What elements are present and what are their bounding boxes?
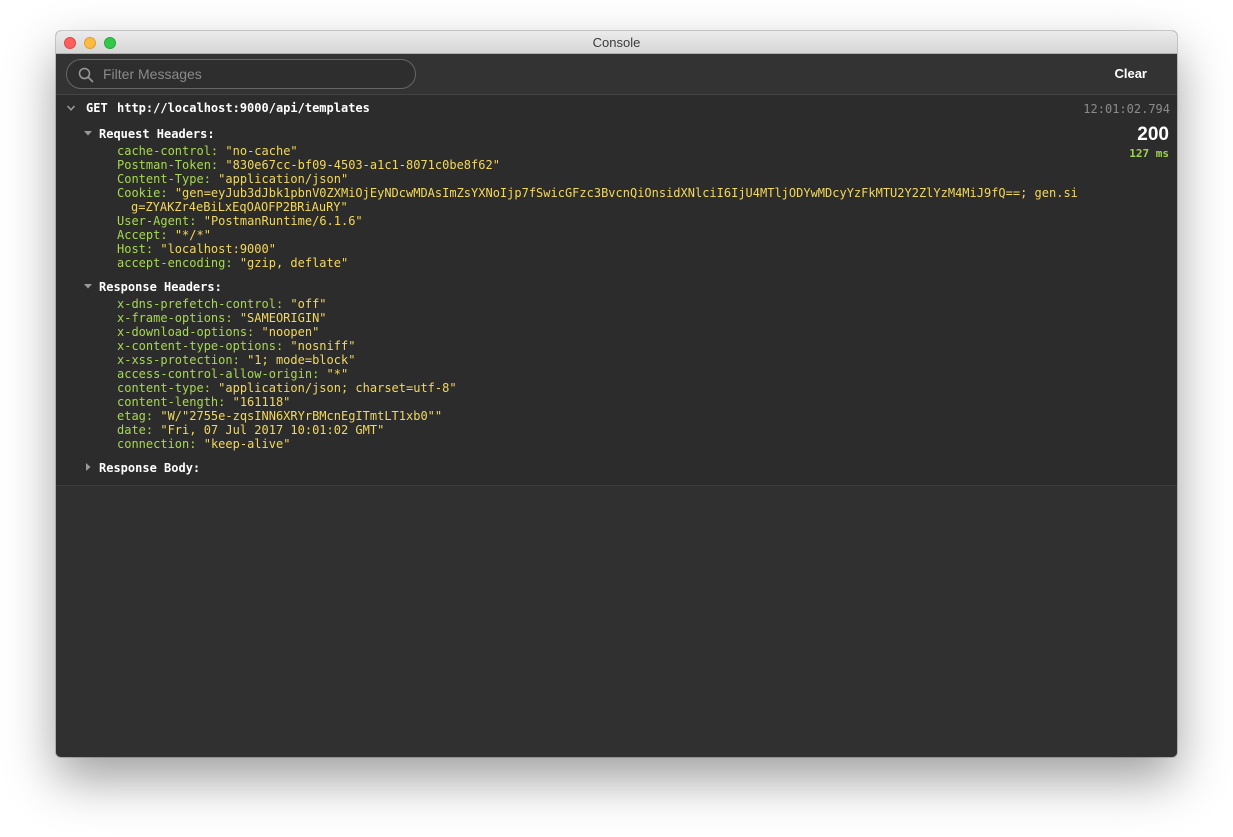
- header-row: Postman-Token: "830e67cc-bf09-4503-a1c1-…: [117, 158, 500, 172]
- request-timestamp: 12:01:02.794: [1083, 102, 1170, 116]
- header-row: connection: "keep-alive": [117, 437, 290, 451]
- triangle-down-icon[interactable]: [84, 282, 92, 290]
- console-window: Console Clear GET http://localhost:9000/…: [56, 31, 1177, 757]
- header-row: etag: "W/"2755e-zqsINN6XRYrBMcnEgITmtLT1…: [117, 409, 442, 423]
- header-key: x-xss-protection:: [117, 353, 240, 367]
- header-key: Host:: [117, 242, 154, 256]
- header-key: access-control-allow-origin:: [117, 367, 320, 381]
- header-value: "off": [290, 297, 327, 311]
- header-value: "*": [326, 367, 349, 381]
- header-value: "SAMEORIGIN": [239, 311, 327, 325]
- response-duration: 127 ms: [1129, 147, 1169, 160]
- header-value: g=ZYAKZr4eBiLxEqOAOFP2BRiAuRY": [131, 200, 348, 214]
- header-row: cache-control: "no-cache": [117, 144, 298, 158]
- header-key: User-Agent:: [117, 214, 197, 228]
- header-row: content-type: "application/json; charset…: [117, 381, 457, 395]
- header-value: "1; mode=block": [247, 353, 356, 367]
- header-key: content-length:: [117, 395, 226, 409]
- header-key: etag:: [117, 409, 154, 423]
- header-row-continuation: g=ZYAKZr4eBiLxEqOAOFP2BRiAuRY": [131, 200, 348, 214]
- chevron-down-icon[interactable]: [66, 103, 76, 113]
- header-value: "keep-alive": [203, 437, 291, 451]
- header-row: x-frame-options: "SAMEORIGIN": [117, 311, 327, 325]
- log-entry: GET http://localhost:9000/api/templates …: [56, 95, 1177, 486]
- header-row: access-control-allow-origin: "*": [117, 367, 348, 381]
- header-value: "830e67cc-bf09-4503-a1c1-8071c0be8f62": [225, 158, 500, 172]
- clear-button[interactable]: Clear: [1114, 66, 1147, 81]
- request-method: GET: [86, 101, 108, 115]
- header-row: date: "Fri, 07 Jul 2017 10:01:02 GMT": [117, 423, 384, 437]
- request-url[interactable]: http://localhost:9000/api/templates: [117, 101, 370, 115]
- header-key: Cookie:: [117, 186, 168, 200]
- header-value: "application/json; charset=utf-8": [218, 381, 457, 395]
- header-value: "gzip, deflate": [239, 256, 349, 270]
- header-row: User-Agent: "PostmanRuntime/6.1.6": [117, 214, 363, 228]
- header-value: "no-cache": [225, 144, 298, 158]
- header-value: "W/"2755e-zqsINN6XRYrBMcnEgITmtLT1xb0"": [160, 409, 443, 423]
- title-bar: Console: [56, 31, 1177, 54]
- header-row: Host: "localhost:9000": [117, 242, 276, 256]
- header-row: Accept: "*/*": [117, 228, 211, 242]
- header-row: content-length: "161118": [117, 395, 290, 409]
- header-key: Accept:: [117, 228, 168, 242]
- header-value: "noopen": [261, 325, 320, 339]
- header-row: accept-encoding: "gzip, deflate": [117, 256, 348, 270]
- header-key: connection:: [117, 437, 197, 451]
- header-row: Cookie: "gen=eyJub3dJbk1pbnV0ZXMiOjEyNDc…: [117, 186, 1078, 200]
- response-headers-label[interactable]: Response Headers:: [99, 280, 222, 294]
- toolbar: Clear: [56, 54, 1177, 95]
- header-key: cache-control:: [117, 144, 219, 158]
- header-value: "*/*": [174, 228, 211, 242]
- header-value: "PostmanRuntime/6.1.6": [203, 214, 363, 228]
- header-row: Content-Type: "application/json": [117, 172, 348, 186]
- header-key: x-frame-options:: [117, 311, 233, 325]
- header-row: x-xss-protection: "1; mode=block": [117, 353, 355, 367]
- header-value: "gen=eyJub3dJbk1pbnV0ZXMiOjEyNDcwMDAsImZ…: [174, 186, 1078, 200]
- header-key: Postman-Token:: [117, 158, 219, 172]
- status-code: 200: [1137, 124, 1169, 145]
- triangle-down-icon[interactable]: [84, 129, 92, 137]
- header-key: Content-Type:: [117, 172, 211, 186]
- header-row: x-dns-prefetch-control: "off": [117, 297, 327, 311]
- header-value: "application/json": [218, 172, 349, 186]
- header-value: "localhost:9000": [160, 242, 276, 256]
- header-value: "161118": [232, 395, 291, 409]
- request-headers-label[interactable]: Request Headers:: [99, 127, 215, 141]
- header-row: x-download-options: "noopen": [117, 325, 319, 339]
- search-icon: [78, 67, 94, 83]
- triangle-right-icon[interactable]: [84, 463, 92, 471]
- header-key: content-type:: [117, 381, 211, 395]
- header-key: x-content-type-options:: [117, 339, 284, 353]
- header-value: "nosniff": [290, 339, 356, 353]
- response-body-label[interactable]: Response Body:: [99, 461, 200, 475]
- header-value: "Fri, 07 Jul 2017 10:01:02 GMT": [160, 423, 385, 437]
- header-key: x-download-options:: [117, 325, 255, 339]
- window-title: Console: [592, 35, 641, 50]
- header-key: date:: [117, 423, 154, 437]
- empty-panel: [56, 604, 1177, 757]
- filter-box[interactable]: [66, 59, 416, 89]
- header-row: x-content-type-options: "nosniff": [117, 339, 355, 353]
- header-key: accept-encoding:: [117, 256, 233, 270]
- header-key: x-dns-prefetch-control:: [117, 297, 284, 311]
- filter-messages-input[interactable]: [103, 64, 403, 84]
